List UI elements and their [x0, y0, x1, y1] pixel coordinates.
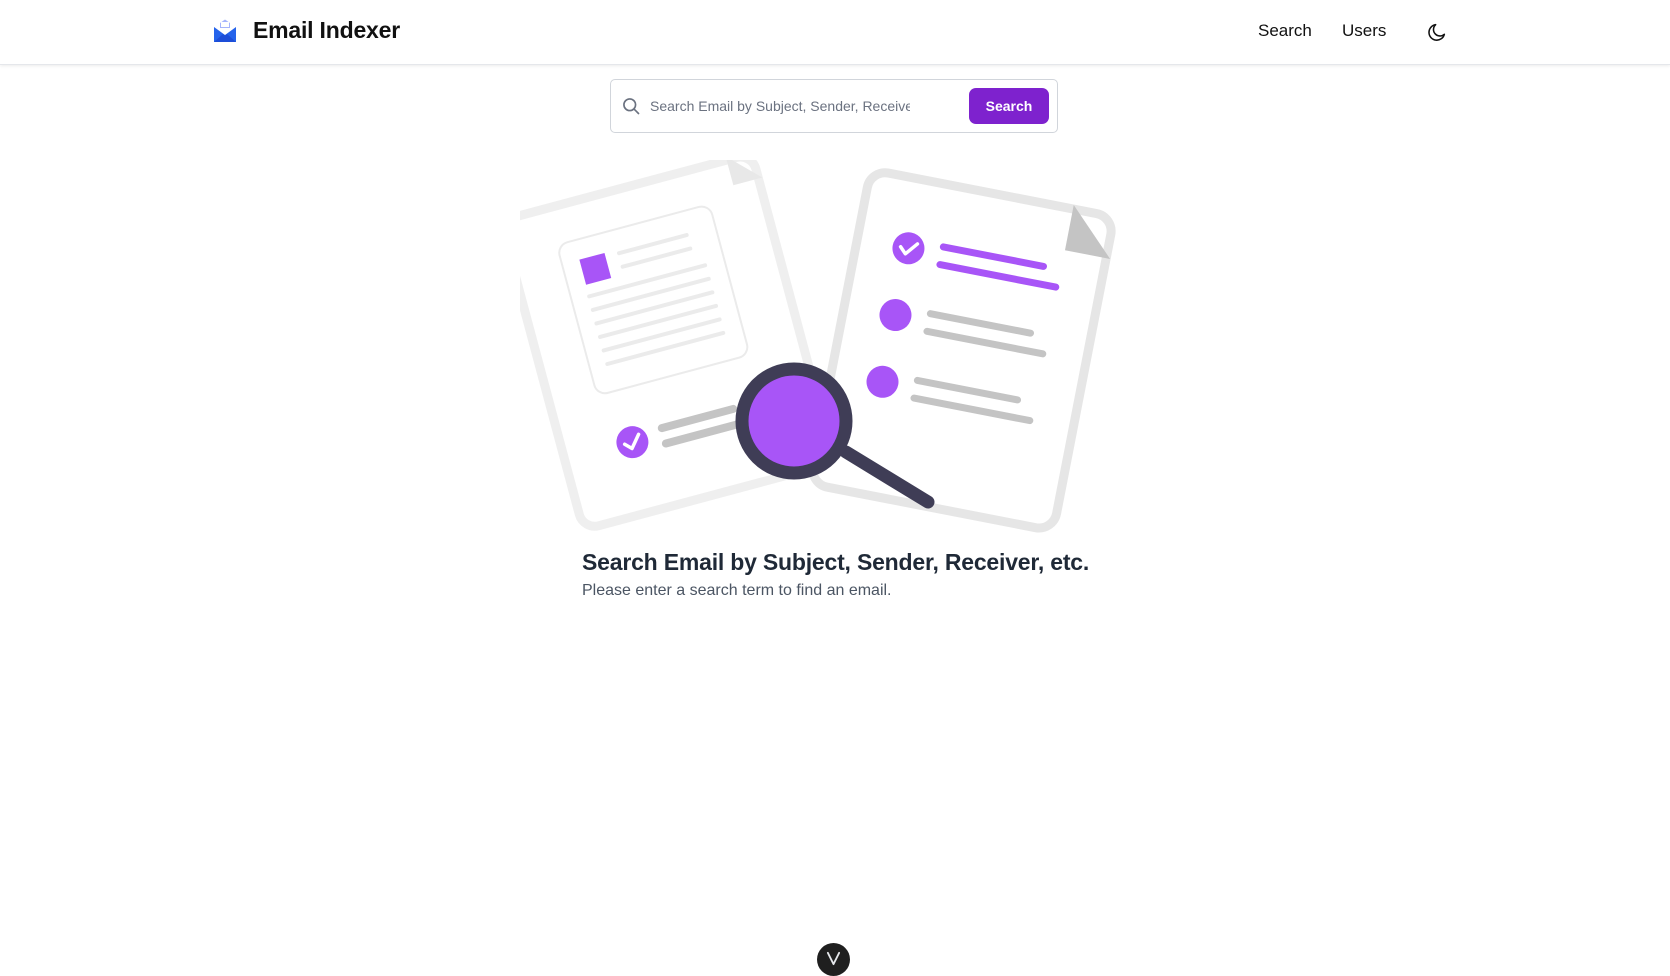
brand-home-link[interactable]: Email Indexer — [212, 17, 400, 44]
right-document — [808, 168, 1116, 533]
app-title: Email Indexer — [253, 17, 400, 43]
search-documents-illustration — [520, 160, 1116, 533]
empty-state-title: Search Email by Subject, Sender, Receive… — [582, 549, 1090, 575]
nav-link-search[interactable]: Search — [1258, 21, 1312, 41]
v-logo-icon — [826, 951, 841, 966]
empty-state-subtitle: Please enter a search term to find an em… — [582, 582, 892, 599]
search-input[interactable] — [650, 92, 910, 120]
footer-badge[interactable] — [817, 943, 850, 976]
nav-link-users[interactable]: Users — [1342, 21, 1386, 41]
search-icon — [623, 98, 640, 115]
moon-icon[interactable] — [1426, 21, 1448, 43]
search-button[interactable]: Search — [969, 88, 1049, 124]
search-bar: Search — [610, 79, 1058, 133]
navbar: Email Indexer Search Users — [0, 0, 1670, 65]
envelope-logo-icon — [214, 19, 236, 42]
